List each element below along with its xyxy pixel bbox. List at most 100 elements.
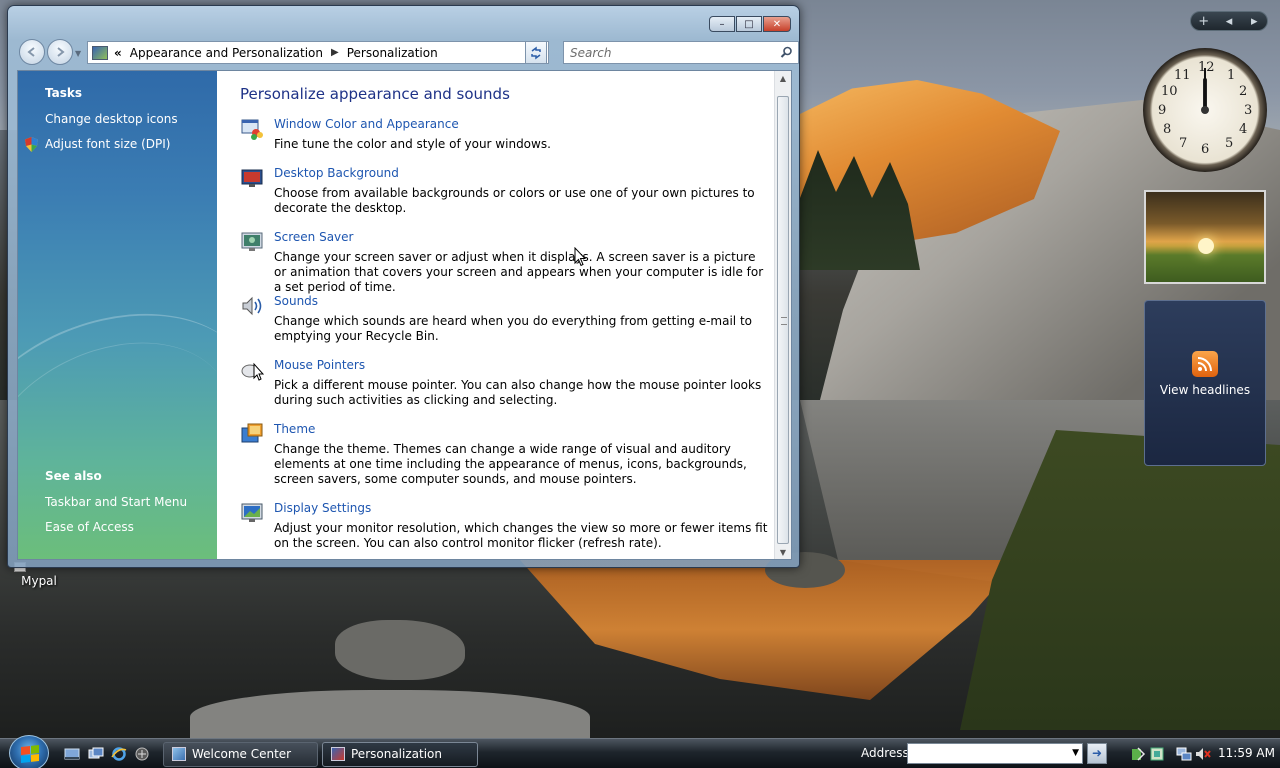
search-input[interactable] xyxy=(570,45,770,60)
personalization-window: – □ ✕ ▼ « Appearance and Personalization… xyxy=(7,5,800,568)
clock-number: 7 xyxy=(1179,136,1188,151)
minimize-button[interactable]: – xyxy=(709,16,735,32)
clock-center xyxy=(1201,106,1209,114)
recent-pages-dropdown[interactable]: ▼ xyxy=(75,49,81,58)
start-button[interactable] xyxy=(9,735,49,768)
taskbar-item-personalization[interactable]: Personalization xyxy=(322,742,478,767)
personalization-icon xyxy=(331,747,345,761)
vertical-scrollbar[interactable]: ▲ ▼ xyxy=(774,71,791,559)
rss-glyph xyxy=(1197,357,1212,372)
display-settings-icon xyxy=(241,503,263,522)
next-page-button[interactable]: ▸ xyxy=(1244,14,1264,29)
window-color-icon xyxy=(241,119,263,140)
ease-of-access-link[interactable]: Ease of Access xyxy=(45,520,134,534)
address-bar[interactable]: « Appearance and Personalization ▶ Perso… xyxy=(87,41,549,64)
scroll-grip xyxy=(781,317,787,325)
sidebar-controls: + ◂ ▸ xyxy=(1190,11,1268,31)
clock-number: 10 xyxy=(1161,84,1178,99)
search-icon[interactable] xyxy=(780,46,793,59)
taskbar-item-label: Welcome Center xyxy=(192,747,292,761)
show-desktop-icon[interactable] xyxy=(64,746,80,762)
volume-muted-icon[interactable] xyxy=(1195,746,1211,762)
forward-arrow-icon xyxy=(57,47,65,57)
clock-gadget[interactable]: 12 1 2 3 4 5 6 7 8 9 10 11 xyxy=(1143,48,1267,172)
item-description: Fine tune the color and style of your wi… xyxy=(274,137,551,151)
address-toolbar-label: Address xyxy=(861,746,909,760)
network-icon[interactable] xyxy=(1176,746,1192,762)
network-quick-launch-icon[interactable] xyxy=(134,746,150,762)
clock-number: 4 xyxy=(1239,122,1248,137)
see-also-heading: See also xyxy=(45,469,102,483)
wallpaper-rock xyxy=(335,620,465,680)
clock-number: 5 xyxy=(1225,136,1234,151)
theme-link[interactable]: Theme xyxy=(274,422,315,436)
taskbar-start-menu-link[interactable]: Taskbar and Start Menu xyxy=(45,495,187,509)
window-controls: – □ ✕ xyxy=(709,16,791,32)
breadcrumb-personalization[interactable]: Personalization xyxy=(347,46,438,60)
change-desktop-icons-link[interactable]: Change desktop icons xyxy=(45,112,178,126)
item-description: Change the theme. Themes can change a wi… xyxy=(274,442,747,486)
clock-number: 12 xyxy=(1198,60,1215,75)
wallpaper-rock xyxy=(190,690,590,738)
desktop-background-link[interactable]: Desktop Background xyxy=(274,166,399,180)
back-button[interactable] xyxy=(19,39,45,65)
taskbar-clock[interactable]: 11:59 AM xyxy=(1218,746,1275,760)
back-arrow-icon xyxy=(27,47,35,57)
tray-security-icon[interactable] xyxy=(1149,746,1165,762)
screen-saver-link[interactable]: Screen Saver xyxy=(274,230,353,244)
sounds-icon xyxy=(242,296,262,316)
breadcrumb-overflow[interactable]: « xyxy=(114,46,122,60)
clock-number: 8 xyxy=(1163,122,1172,137)
address-toolbar-dropdown-icon[interactable]: ▼ xyxy=(1072,748,1079,758)
scroll-up-button[interactable]: ▲ xyxy=(775,71,791,87)
clock-number: 3 xyxy=(1244,103,1253,118)
windows-logo-icon xyxy=(21,745,39,763)
mouse-pointers-link[interactable]: Mouse Pointers xyxy=(274,358,365,372)
switch-windows-icon[interactable] xyxy=(88,746,104,762)
slideshow-gadget[interactable] xyxy=(1144,190,1266,284)
welcome-center-icon xyxy=(172,747,186,761)
sounds-link[interactable]: Sounds xyxy=(274,294,318,308)
taskbar: Welcome Center Personalization Address ▼… xyxy=(0,735,1280,768)
item-description: Pick a different mouse pointer. You can … xyxy=(274,378,762,407)
clock-number: 1 xyxy=(1227,68,1236,83)
clock-number: 2 xyxy=(1239,84,1248,99)
mouse-pointers-icon xyxy=(241,362,264,381)
breadcrumb-separator-icon[interactable]: ▶ xyxy=(331,47,339,58)
item-description: Adjust your monitor resolution, which ch… xyxy=(274,521,768,550)
item-description: Change your screen saver or adjust when … xyxy=(274,250,764,294)
mouse-cursor-icon xyxy=(574,247,586,267)
scroll-down-button[interactable]: ▼ xyxy=(775,545,791,559)
tray-app-icon[interactable] xyxy=(1130,746,1146,762)
clock-number: 11 xyxy=(1174,68,1191,83)
window-color-link[interactable]: Window Color and Appearance xyxy=(274,117,459,131)
tasks-heading: Tasks xyxy=(45,86,83,100)
display-settings-link[interactable]: Display Settings xyxy=(274,501,371,515)
previous-page-button[interactable]: ◂ xyxy=(1219,14,1239,29)
maximize-button[interactable]: □ xyxy=(736,16,762,32)
refresh-button[interactable] xyxy=(525,41,547,64)
slideshow-sun xyxy=(1198,238,1214,254)
forward-button[interactable] xyxy=(47,39,73,65)
address-toolbar-input[interactable]: ▼ xyxy=(907,743,1083,764)
adjust-font-size-link[interactable]: Adjust font size (DPI) xyxy=(45,137,170,151)
search-box[interactable] xyxy=(563,41,799,64)
item-description: Choose from available backgrounds or col… xyxy=(274,186,755,215)
scroll-thumb[interactable] xyxy=(777,96,789,544)
rss-icon xyxy=(1192,351,1218,377)
address-go-button[interactable]: ➜ xyxy=(1087,743,1107,764)
internet-explorer-icon[interactable] xyxy=(111,746,127,762)
refresh-icon xyxy=(531,46,541,59)
feed-headlines-gadget[interactable]: View headlines xyxy=(1144,300,1266,466)
control-panel-icon xyxy=(92,45,108,60)
navigation-bar: ▼ « Appearance and Personalization ▶ Per… xyxy=(17,39,799,67)
screen-saver-icon xyxy=(241,232,263,251)
desktop-background-icon xyxy=(241,169,263,187)
breadcrumb-appearance-and-personalization[interactable]: Appearance and Personalization xyxy=(130,46,323,60)
task-pane: Tasks Change desktop icons Adjust font s… xyxy=(18,71,284,559)
taskbar-item-welcome-center[interactable]: Welcome Center xyxy=(163,742,318,767)
page-title: Personalize appearance and sounds xyxy=(240,85,510,103)
add-gadget-button[interactable]: + xyxy=(1194,14,1214,29)
close-button[interactable]: ✕ xyxy=(763,16,791,32)
feed-label[interactable]: View headlines xyxy=(1145,383,1265,397)
